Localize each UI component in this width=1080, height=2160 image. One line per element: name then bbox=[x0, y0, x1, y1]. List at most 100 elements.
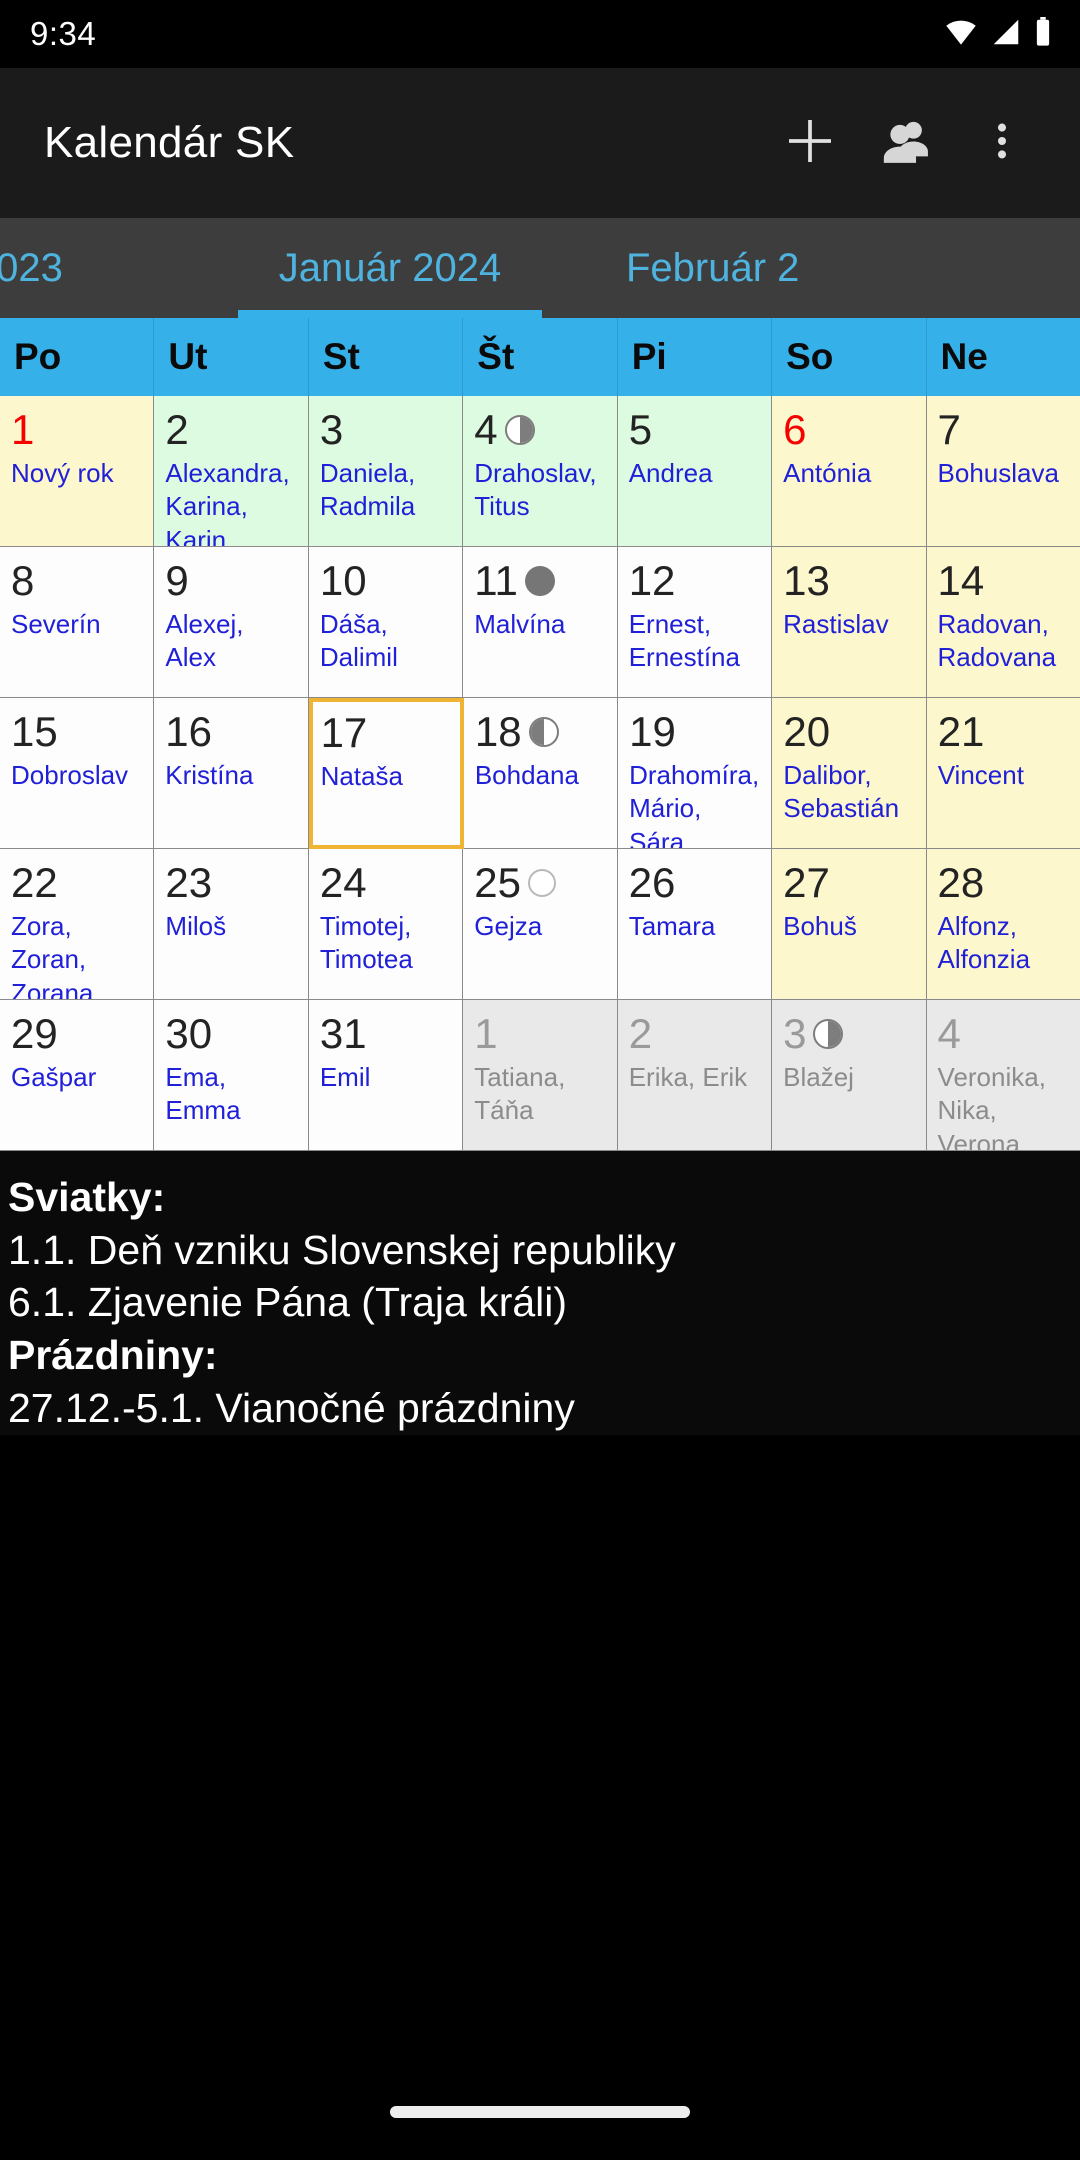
day-number: 16 bbox=[165, 708, 212, 755]
weekday-so: So bbox=[772, 318, 927, 396]
moon-phase-last-icon bbox=[813, 1019, 844, 1049]
day-number-row: 2 bbox=[165, 405, 297, 455]
day-cell[interactable]: 27 Bohuš bbox=[772, 849, 927, 1000]
day-number-row: 31 bbox=[320, 1009, 452, 1059]
day-number: 31 bbox=[319, 1010, 367, 1057]
system-navigation-bar bbox=[0, 2064, 1080, 2160]
weekday-pi: Pi bbox=[618, 318, 773, 396]
add-button[interactable] bbox=[762, 95, 858, 191]
info-section-heading: Prázdniny: bbox=[8, 1332, 218, 1379]
day-cell[interactable]: 14 Radovan, Radovana bbox=[926, 547, 1080, 698]
day-number-row: 27 bbox=[783, 858, 915, 908]
day-number: 4 bbox=[474, 406, 498, 453]
more-vertical-icon bbox=[979, 118, 1025, 169]
day-cell[interactable]: 6 Antónia bbox=[772, 396, 927, 547]
day-number: 14 bbox=[937, 557, 985, 604]
day-cell[interactable]: 23 Miloš bbox=[154, 849, 309, 1000]
day-number-row: 6 bbox=[783, 405, 915, 455]
info-entry: 1.1. Deň vzniku Slovenskej republiky bbox=[8, 1226, 676, 1273]
day-cell[interactable]: 16 Kristína bbox=[154, 698, 309, 849]
nameday-names: Severín bbox=[11, 609, 101, 639]
day-number: 18 bbox=[474, 708, 522, 755]
day-cell[interactable]: 26 Tamara bbox=[617, 849, 773, 1000]
day-number-row: 4 bbox=[938, 1009, 1070, 1059]
day-cell[interactable]: 24 Timotej, Timotea bbox=[308, 849, 464, 1000]
day-cell[interactable]: 31 Emil bbox=[308, 1000, 464, 1151]
tab-previous-month[interactable]: ber 2023 bbox=[0, 218, 190, 318]
tab-current-month[interactable]: Január 2024 bbox=[190, 218, 590, 318]
day-number: 22 bbox=[11, 859, 58, 906]
calendar-grid[interactable]: 1 Nový rok 2 Alexandra, Karina, Karin 3 Danie… bbox=[0, 396, 1080, 1151]
plus-icon bbox=[782, 113, 838, 174]
day-number: 29 bbox=[11, 1010, 58, 1057]
nameday-names: Andrea bbox=[628, 458, 713, 488]
day-number: 2 bbox=[165, 406, 189, 453]
day-cell[interactable]: 29 Gašpar bbox=[0, 1000, 155, 1151]
day-cell[interactable]: 2 Alexandra, Karina, Karin bbox=[154, 396, 309, 547]
day-number-row: 25 bbox=[474, 858, 606, 908]
day-cell[interactable]: 18 Bohdana bbox=[463, 698, 619, 849]
day-number: 3 bbox=[783, 1010, 807, 1057]
day-cell[interactable]: 3 Blažej bbox=[772, 1000, 927, 1151]
day-number-row: 12 bbox=[629, 556, 761, 606]
nameday-names: Dalibor, Sebastián bbox=[783, 760, 900, 824]
home-indicator[interactable] bbox=[390, 2106, 690, 2118]
day-cell[interactable]: 3 Daniela, Radmila bbox=[308, 396, 464, 547]
day-cell[interactable]: 11 Malvína bbox=[463, 547, 618, 698]
nameday-names: Alfonz, Alfonzia bbox=[937, 911, 1031, 975]
day-cell[interactable]: 1 Tatiana, Táňa bbox=[463, 1000, 618, 1151]
calendar-week-row: 8 Severín 9 Alexej, Alex 10 Dáša, Dalimil 11 Ma… bbox=[0, 547, 1080, 698]
day-cell[interactable]: 17 Nataša bbox=[308, 698, 464, 849]
day-number-row: 26 bbox=[629, 858, 761, 908]
month-tab-strip[interactable]: ber 2023 Január 2024 Február 2 bbox=[0, 218, 1080, 318]
day-number: 25 bbox=[474, 859, 521, 906]
calendar-week-row: 1 Nový rok 2 Alexandra, Karina, Karin 3 Danie… bbox=[0, 396, 1080, 547]
nameday-names: Drahomíra, Mário, Sára bbox=[629, 760, 760, 849]
day-number: 19 bbox=[629, 708, 676, 755]
day-number: 4 bbox=[937, 1010, 961, 1057]
overflow-menu-button[interactable] bbox=[954, 95, 1050, 191]
day-cell[interactable]: 4 Drahoslav, Titus bbox=[463, 396, 618, 547]
nameday-names: Alexej, Alex bbox=[165, 609, 244, 673]
day-cell[interactable]: 21 Vincent bbox=[926, 698, 1080, 849]
day-cell[interactable]: 1 Nový rok bbox=[0, 396, 155, 547]
wifi-icon bbox=[944, 18, 978, 51]
day-cell[interactable]: 20 Dalibor, Sebastián bbox=[772, 698, 927, 849]
status-time: 9:34 bbox=[30, 15, 97, 52]
weekday-št: Št bbox=[463, 318, 618, 396]
day-number-row: 9 bbox=[165, 556, 297, 606]
moon-phase-last-icon bbox=[504, 415, 535, 445]
day-number-row: 11 bbox=[474, 556, 606, 606]
day-number: 30 bbox=[165, 1010, 213, 1057]
day-cell[interactable]: 5 Andrea bbox=[617, 396, 773, 547]
day-cell[interactable]: 25 Gejza bbox=[463, 849, 618, 1000]
day-number-row: 17 bbox=[321, 708, 453, 758]
day-cell[interactable]: 12 Ernest, Ernestína bbox=[617, 547, 773, 698]
day-cell[interactable]: 10 Dáša, Dalimil bbox=[308, 547, 464, 698]
nameday-names: Radovan, Radovana bbox=[937, 609, 1057, 673]
day-cell[interactable]: 9 Alexej, Alex bbox=[154, 547, 309, 698]
day-number: 3 bbox=[319, 406, 344, 453]
nameday-names: Kristína bbox=[165, 760, 254, 790]
day-cell[interactable]: 30 Ema, Emma bbox=[154, 1000, 309, 1151]
day-number: 12 bbox=[628, 557, 676, 604]
calendar-week-row: 15 Dobroslav 16 Kristína 17 Nataša 18 Bohdana 19… bbox=[0, 698, 1080, 849]
app-root: 9:34 Kalendár SK 023 Január 2024 Február… bbox=[0, 0, 1080, 2160]
day-cell[interactable]: 19 Drahomíra, Mário, Sára bbox=[618, 698, 773, 849]
weekday-ut: Ut bbox=[154, 318, 309, 396]
day-number-row: 1 bbox=[474, 1009, 606, 1059]
day-cell[interactable]: 15 Dobroslav bbox=[0, 698, 155, 849]
day-cell[interactable]: 4 Veronika, Nika, Verona bbox=[926, 1000, 1080, 1151]
day-cell[interactable]: 8 Severín bbox=[0, 547, 155, 698]
day-cell[interactable]: 7 Bohuslava bbox=[926, 396, 1080, 547]
day-number: 2 bbox=[628, 1010, 653, 1057]
day-cell[interactable]: 2 Erika, Erik bbox=[617, 1000, 773, 1151]
status-bar: 9:34 bbox=[0, 0, 1080, 68]
day-cell[interactable]: 22 Zora, Zoran, Zorana bbox=[0, 849, 155, 1000]
day-cell[interactable]: 28 Alfonz, Alfonzia bbox=[926, 849, 1080, 1000]
day-cell[interactable]: 13 Rastislav bbox=[772, 547, 927, 698]
calendar-week-row: 22 Zora, Zoran, Zorana 23 Miloš 24 Timotej, T… bbox=[0, 849, 1080, 1000]
day-number: 8 bbox=[11, 557, 35, 604]
contacts-button[interactable] bbox=[858, 95, 954, 191]
tab-next-month[interactable]: Február 2 bbox=[590, 218, 985, 318]
